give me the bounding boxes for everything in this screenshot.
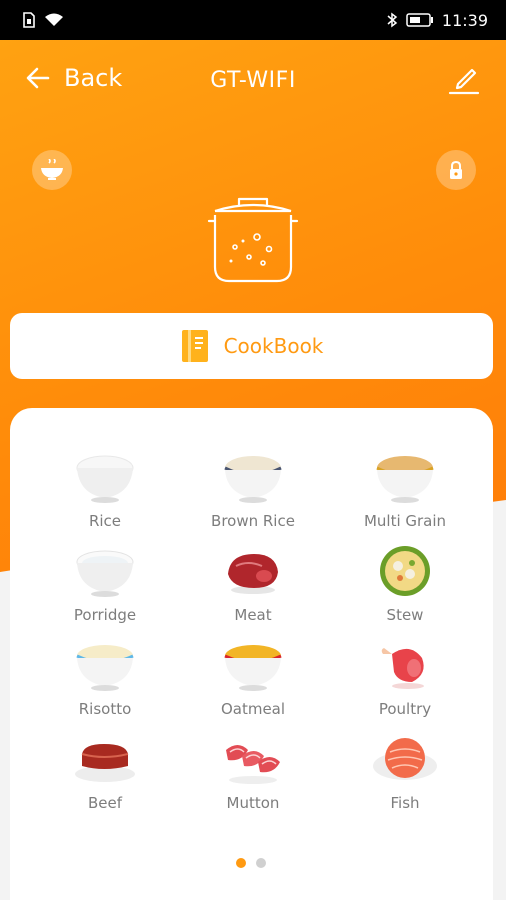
sim-card-icon xyxy=(23,12,35,28)
status-bar: 11:39 xyxy=(0,0,506,40)
rice-cooker-icon xyxy=(207,197,299,283)
menu-item-oatmeal[interactable]: Oatmeal xyxy=(178,638,328,726)
rice-bowl-icon xyxy=(76,455,134,503)
lock-button[interactable] xyxy=(436,150,476,190)
pagination-dots xyxy=(236,858,266,868)
top-navigation: Back GT-WIFI xyxy=(0,40,506,120)
mutton-icon xyxy=(226,745,280,784)
menu-label: Multi Grain xyxy=(363,512,447,530)
multi-grain-bowl-icon xyxy=(376,456,434,503)
cookbook-button[interactable]: CookBook xyxy=(10,313,493,379)
menu-label: Porridge xyxy=(73,606,137,624)
page-dot-2[interactable] xyxy=(256,858,266,868)
menu-item-fish[interactable]: Fish xyxy=(330,732,480,820)
stew-icon xyxy=(380,546,430,596)
wifi-icon xyxy=(45,13,63,26)
menu-item-porridge[interactable]: Porridge xyxy=(30,544,180,632)
menu-item-mutton[interactable]: Mutton xyxy=(178,732,328,820)
bowl-button[interactable] xyxy=(32,150,72,190)
menu-card: Rice Brown Rice Multi Grain Porridge Mea… xyxy=(10,408,493,900)
beef-icon xyxy=(75,744,135,782)
menu-item-poultry[interactable]: Poultry xyxy=(330,638,480,726)
status-time: 11:39 xyxy=(441,10,488,30)
menu-label: Poultry xyxy=(378,700,432,718)
menu-label: Rice xyxy=(88,512,122,530)
menu-label: Stew xyxy=(386,606,424,624)
cookbook-label: CookBook xyxy=(223,334,324,358)
menu-label: Mutton xyxy=(226,794,280,812)
page-title: GT-WIFI xyxy=(210,68,296,93)
menu-item-stew[interactable]: Stew xyxy=(330,544,480,632)
poultry-icon xyxy=(381,648,424,689)
menu-label: Beef xyxy=(87,794,123,812)
porridge-bowl-icon xyxy=(76,550,134,597)
page-dot-1[interactable] xyxy=(236,858,246,868)
lock-icon xyxy=(450,160,462,179)
menu-item-rice[interactable]: Rice xyxy=(30,450,180,538)
menu-label: Brown Rice xyxy=(211,512,295,530)
menu-label: Risotto xyxy=(78,700,132,718)
brown-rice-bowl-icon xyxy=(224,456,282,503)
battery-icon xyxy=(406,13,433,27)
menu-item-risotto[interactable]: Risotto xyxy=(30,638,180,726)
meat-icon xyxy=(228,554,278,594)
book-icon xyxy=(181,330,208,362)
menu-item-beef[interactable]: Beef xyxy=(30,732,180,820)
bowl-icon xyxy=(41,159,63,180)
menu-label: Meat xyxy=(234,606,272,624)
menu-item-brown-rice[interactable]: Brown Rice xyxy=(178,450,328,538)
oatmeal-bowl-icon xyxy=(224,645,282,691)
menu-label: Fish xyxy=(390,794,420,812)
menu-item-multi-grain[interactable]: Multi Grain xyxy=(330,450,480,538)
fish-icon xyxy=(373,738,437,780)
menu-label: Oatmeal xyxy=(220,700,286,718)
bluetooth-icon xyxy=(387,12,398,28)
risotto-bowl-icon xyxy=(76,645,134,691)
menu-item-meat[interactable]: Meat xyxy=(178,544,328,632)
edit-icon[interactable] xyxy=(446,62,482,98)
